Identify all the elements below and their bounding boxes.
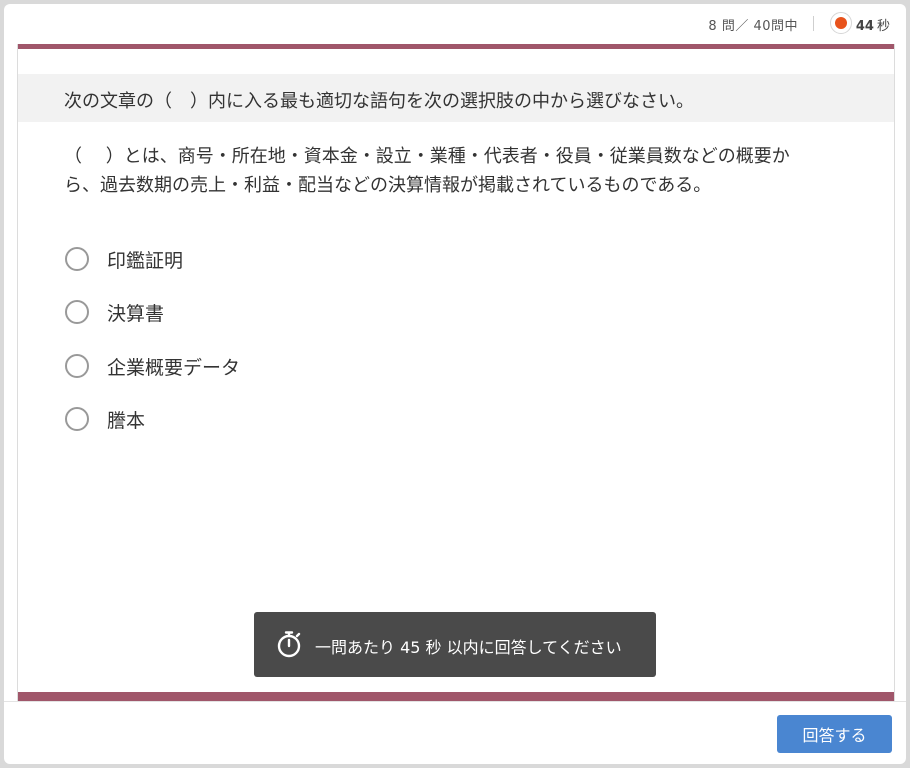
answer-option-label: 企業概要データ <box>107 356 241 379</box>
time-limit-text: 一問あたり 45 秒 以内に回答してください <box>315 638 622 657</box>
answer-option-label: 決算書 <box>107 302 165 325</box>
submit-answer-button[interactable]: 回答する <box>777 715 892 753</box>
radio-button[interactable] <box>65 407 89 431</box>
instruction-banner: 次の文章の（ ）内に入る最も適切な語句を次の選択肢の中から選びなさい。 <box>18 74 894 122</box>
question-text: （ ）とは、商号・所在地・資本金・設立・業種・代表者・役員・従業員数などの概要か… <box>64 142 864 200</box>
question-line: （ ）とは、商号・所在地・資本金・設立・業種・代表者・役員・従業員数などの概要か <box>64 146 790 167</box>
accent-bar-bottom <box>18 692 894 701</box>
radio-button[interactable] <box>65 247 89 271</box>
question-card: 次の文章の（ ）内に入る最も適切な語句を次の選択肢の中から選びなさい。 （ ）と… <box>17 44 895 701</box>
accent-bar-top <box>18 44 894 49</box>
answer-option[interactable]: 企業概要データ <box>65 351 240 381</box>
stopwatch-icon <box>277 631 301 658</box>
status-divider <box>813 16 814 31</box>
countdown-unit: 秒 <box>876 19 890 34</box>
quiz-window: 8 問／ 40問中 44 秒 次の文章の（ ）内に入る最も適切な語句を次の選択肢の… <box>4 4 906 764</box>
answer-option[interactable]: 決算書 <box>65 297 164 327</box>
answer-option-label: 謄本 <box>107 409 146 432</box>
question-progress: 8 問／ 40問中 <box>708 19 798 34</box>
footer-divider <box>4 701 906 702</box>
status-bar: 8 問／ 40問中 44 秒 <box>4 4 906 44</box>
answer-option[interactable]: 印鑑証明 <box>65 244 183 274</box>
radio-button[interactable] <box>65 300 89 324</box>
answer-option-label: 印鑑証明 <box>107 249 184 272</box>
countdown-value: 44 <box>855 19 874 34</box>
instruction-text: 次の文章の（ ）内に入る最も適切な語句を次の選択肢の中から選びなさい。 <box>64 91 694 112</box>
answer-option[interactable]: 謄本 <box>65 404 145 434</box>
question-line: ら、過去数期の売上・利益・配当などの決算情報が掲載されているものである。 <box>64 175 712 196</box>
radio-button[interactable] <box>65 354 89 378</box>
time-limit-notice: 一問あたり 45 秒 以内に回答してください <box>254 612 656 677</box>
countdown-timer: 44 秒 <box>856 15 890 34</box>
countdown-icon <box>830 12 852 34</box>
